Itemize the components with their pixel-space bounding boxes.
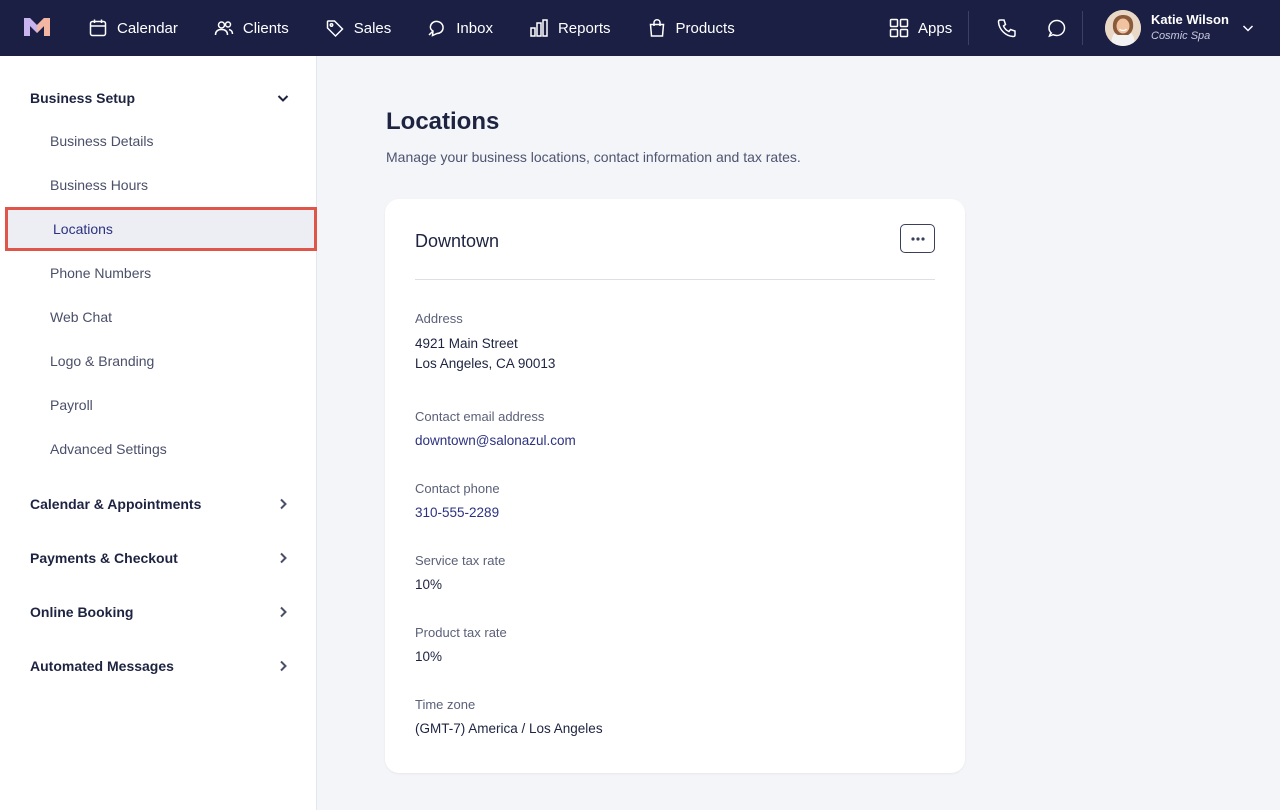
user-avatar-icon [1105, 10, 1141, 46]
sidebar-item-label: Web Chat [50, 309, 112, 325]
card-divider [415, 279, 935, 280]
nav-calendar-label: Calendar [117, 19, 178, 37]
sidebar-section-label: Calendar & Appointments [30, 496, 202, 512]
nav-clients[interactable]: Clients [214, 0, 289, 56]
location-card: Downtown Address 4921 Main Street Los An… [385, 199, 965, 773]
page-title: Locations [386, 108, 500, 135]
nav-reports-label: Reports [557, 19, 611, 37]
chat-bubble-icon [1048, 19, 1066, 38]
brand-logo-icon[interactable] [22, 16, 52, 38]
sidebar-item-phone-numbers[interactable]: Phone Numbers [0, 251, 317, 295]
sidebar-item-label: Payroll [50, 397, 93, 413]
sidebar-section-label: Online Booking [30, 604, 134, 620]
sidebar-item-payroll[interactable]: Payroll [0, 383, 317, 427]
phone-icon [997, 19, 1016, 38]
user-menu[interactable]: Katie Wilson Cosmic Spa [1105, 10, 1254, 46]
phone-label: Contact phone [415, 481, 500, 496]
calendar-icon [89, 19, 107, 37]
email-link[interactable]: downtown@salonazul.com [415, 431, 576, 451]
sidebar-item-label: Phone Numbers [50, 265, 152, 281]
sidebar-item-label: Business Hours [50, 177, 149, 193]
apps-button[interactable]: Apps [888, 17, 952, 39]
nav-clients-label: Clients [242, 19, 289, 37]
chevron-right-icon [280, 606, 287, 618]
user-name: Katie Wilson [1151, 12, 1229, 27]
location-name: Downtown [415, 231, 500, 251]
product-tax-label: Product tax rate [415, 625, 507, 640]
sidebar-item-logo-branding[interactable]: Logo & Branding [0, 339, 317, 383]
sidebar-section-payments-checkout[interactable]: Payments & Checkout [30, 546, 290, 570]
timezone-label: Time zone [415, 697, 476, 712]
service-tax-label: Service tax rate [415, 553, 506, 568]
address-line-1: 4921 Main Street [415, 336, 518, 351]
chevron-right-icon [280, 498, 287, 510]
sidebar-item-advanced-settings[interactable]: Advanced Settings [0, 427, 317, 471]
sidebar-section-label: Payments & Checkout [30, 550, 178, 566]
nav-inbox[interactable]: Inbox [427, 0, 493, 56]
location-more-options-button[interactable] [900, 224, 935, 253]
sidebar-section-automated-messages[interactable]: Automated Messages [30, 654, 290, 678]
nav-inbox-label: Inbox [456, 19, 493, 37]
address-label: Address [415, 311, 463, 326]
phone-link[interactable]: 310-555-2289 [415, 503, 499, 523]
apps-label: Apps [918, 19, 953, 37]
nav-right-group: Apps [888, 0, 1084, 56]
timezone-value: (GMT-7) America / Los Angeles [415, 721, 603, 736]
chevron-right-icon [280, 660, 287, 672]
nav-reports[interactable]: Reports [529, 0, 611, 56]
chat-button[interactable] [1046, 17, 1068, 39]
tag-icon [326, 20, 344, 38]
chevron-down-icon [1242, 25, 1254, 32]
main-nav: Calendar Clients Sales Inbox Reports Pro… [88, 0, 771, 56]
nav-sales[interactable]: Sales [325, 0, 392, 56]
sidebar-section-label: Automated Messages [30, 658, 174, 674]
sidebar-section-calendar-appointments[interactable]: Calendar & Appointments [30, 492, 290, 516]
nav-calendar[interactable]: Calendar [88, 0, 178, 56]
nav-sales-label: Sales [353, 19, 392, 37]
sidebar-item-label: Locations [53, 221, 113, 237]
nav-divider [968, 11, 970, 45]
service-tax-value: 10% [415, 577, 443, 592]
page-subtitle: Manage your business locations, contact … [386, 149, 801, 165]
shopping-bag-icon [649, 19, 664, 37]
sidebar-section-label: Business Setup [30, 90, 136, 106]
product-tax-value: 10% [415, 649, 443, 664]
sidebar-item-web-chat[interactable]: Web Chat [0, 295, 317, 339]
email-label: Contact email address [415, 409, 545, 424]
sidebar-item-business-details[interactable]: Business Details [0, 119, 317, 163]
settings-sidebar: Business Setup Business Details Business… [0, 56, 317, 810]
sidebar-item-label: Logo & Branding [50, 353, 155, 369]
sidebar-item-label: Advanced Settings [50, 441, 167, 457]
nav-products[interactable]: Products [647, 0, 735, 56]
bar-chart-icon [530, 19, 548, 37]
user-info: Katie Wilson Cosmic Spa [1151, 12, 1229, 44]
nav-products-label: Products [675, 19, 735, 37]
chevron-down-icon [277, 95, 289, 102]
grid-icon [889, 18, 909, 38]
top-navigation-bar: Calendar Clients Sales Inbox Reports Pro… [0, 0, 1280, 56]
user-org: Cosmic Spa [1151, 30, 1211, 42]
users-icon [214, 21, 234, 36]
sidebar-item-locations[interactable]: Locations [5, 207, 317, 251]
phone-button[interactable] [996, 17, 1018, 39]
sidebar-section-business-setup[interactable]: Business Setup [30, 86, 290, 110]
chevron-right-icon [280, 552, 287, 564]
sidebar-section-online-booking[interactable]: Online Booking [30, 600, 290, 624]
more-horizontal-icon [910, 236, 925, 241]
sidebar-item-label: Business Details [50, 133, 154, 149]
address-line-2: Los Angeles, CA 90013 [415, 356, 556, 371]
nav-divider-2 [1082, 11, 1084, 45]
inbox-icon [428, 20, 445, 37]
avatar [1105, 10, 1141, 46]
sidebar-item-business-hours[interactable]: Business Hours [0, 163, 317, 207]
